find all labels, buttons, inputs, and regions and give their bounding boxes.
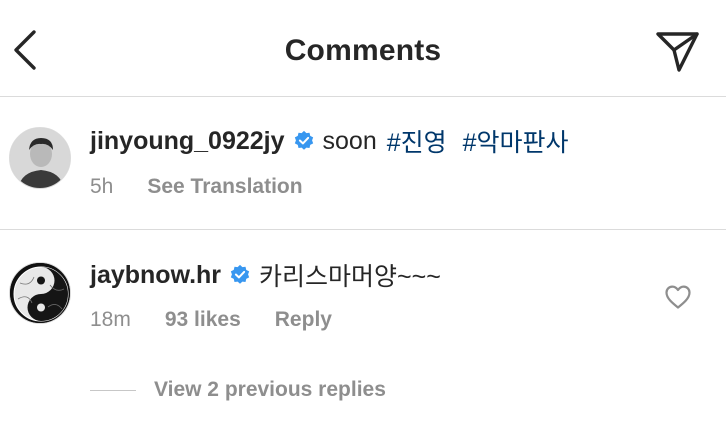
header-bar: Comments <box>0 0 726 97</box>
page-title: Comments <box>284 34 442 67</box>
comment-text: 카리스마머양~~~ <box>259 263 441 291</box>
post-caption: jinyoung_0922jy soon #진영 #악마판사 5h See Tr… <box>0 97 726 230</box>
caption-line: jinyoung_0922jy soon #진영 #악마판사 <box>90 123 569 159</box>
hashtag-link[interactable]: #진영 <box>387 123 447 159</box>
verified-badge-icon <box>294 130 313 150</box>
verified-badge-icon <box>230 264 250 284</box>
paper-plane-icon[interactable] <box>652 26 702 76</box>
replies-divider <box>90 389 136 391</box>
yin-yang-logo-icon <box>10 263 70 323</box>
view-replies-label: View 2 previous replies <box>154 378 386 401</box>
avatar[interactable] <box>9 262 71 324</box>
heart-outline-icon[interactable] <box>664 284 692 310</box>
caption-meta: 5h See Translation <box>90 175 337 199</box>
profile-photo-icon <box>10 128 70 188</box>
username[interactable]: jaybnow.hr <box>90 261 221 290</box>
reply-button[interactable]: Reply <box>275 308 332 332</box>
avatar[interactable] <box>9 127 71 189</box>
comment-item: jaybnow.hr 카리스마머양~~~ 18m 93 likes Reply … <box>0 230 726 434</box>
username[interactable]: jinyoung_0922jy <box>90 127 285 156</box>
comment-line: jaybnow.hr 카리스마머양~~~ <box>90 257 441 293</box>
hashtag-link[interactable]: #악마판사 <box>463 123 569 159</box>
timestamp: 5h <box>90 175 114 198</box>
likes-count[interactable]: 93 likes <box>165 308 241 332</box>
timestamp: 18m <box>90 308 131 331</box>
view-replies-button[interactable]: View 2 previous replies <box>90 378 386 402</box>
see-translation-button[interactable]: See Translation <box>147 175 302 199</box>
comment-meta: 18m 93 likes Reply <box>90 308 366 332</box>
caption-text: soon <box>322 126 377 155</box>
